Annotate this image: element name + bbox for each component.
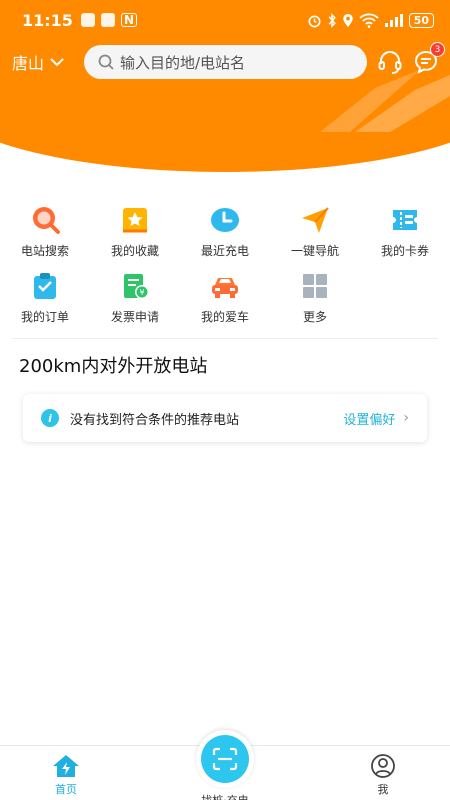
car-icon (210, 271, 240, 301)
tab-home-label: 首页 (55, 783, 77, 796)
favorite-star-icon (120, 205, 150, 235)
station-search-icon (30, 205, 60, 235)
status-bar: 11:15 N 50 (0, 0, 450, 40)
tab-find-charge[interactable]: 找桩·充电 (175, 730, 275, 800)
location-icon (343, 13, 353, 27)
menu-label: 我的收藏 (110, 244, 159, 258)
divider (12, 338, 438, 339)
tab-me-label: 我 (377, 783, 389, 796)
search-bar[interactable]: 输入目的地/电站名 (84, 45, 367, 79)
navigation-arrow-icon (300, 205, 330, 235)
invoice-icon: ¥ (120, 271, 150, 301)
menu-label: 一键导航 (290, 244, 339, 258)
search-icon (98, 54, 114, 70)
top-bar: 唐山 输入目的地/电站名 3 (0, 42, 450, 80)
wifi-icon (359, 13, 379, 28)
city-label: 唐山 (12, 54, 45, 73)
empty-recommendation-card: i 没有找到符合条件的推荐电站 设置偏好 › (23, 394, 427, 442)
signal-icon (384, 13, 403, 27)
menu-my-car[interactable]: 我的爱车 (180, 271, 270, 337)
nfc-icon: N (120, 13, 137, 27)
menu-invoice-request[interactable]: ¥ 发票申请 (90, 271, 180, 337)
menu-label: 我的爱车 (200, 310, 249, 324)
map-nav-icon (80, 13, 95, 27)
message-button[interactable]: 3 (413, 42, 445, 75)
city-selector[interactable]: 唐山 (12, 50, 64, 74)
menu-recent-charge[interactable]: 最近充电 (180, 205, 270, 271)
app-screen: 11:15 N 50 唐山 输入目的地/电站名 3 电站搜索 我的收藏 最近充电… (0, 0, 450, 800)
order-clipboard-icon (30, 271, 60, 301)
more-grid-icon (300, 271, 330, 301)
recent-clock-icon (210, 205, 240, 235)
voice-icon (100, 13, 115, 27)
tab-home[interactable]: 首页 (21, 754, 111, 797)
menu-more[interactable]: 更多 (270, 271, 360, 337)
menu-my-orders[interactable]: 我的订单 (0, 271, 90, 337)
menu-label: 最近充电 (200, 244, 249, 258)
menu-label: 我的卡券 (380, 244, 429, 258)
search-input[interactable]: 输入目的地/电站名 (120, 52, 245, 73)
menu-my-favorites[interactable]: 我的收藏 (90, 205, 180, 271)
set-preference-link[interactable]: 设置偏好 (343, 409, 395, 428)
menu-label: 电站搜索 (20, 244, 69, 258)
chevron-down-icon (50, 58, 64, 67)
section-title: 200km内对外开放电站 (19, 356, 208, 377)
info-icon: i (41, 409, 59, 427)
alarm-icon (308, 14, 321, 27)
menu-one-click-nav[interactable]: 一键导航 (270, 205, 360, 271)
quick-menu: 电站搜索 我的收藏 最近充电 一键导航 我的卡券 我的订单 ¥ 发票申请 我的爱… (0, 205, 450, 337)
message-badge: 3 (430, 42, 445, 57)
scan-button[interactable] (196, 730, 254, 788)
customer-service-button[interactable] (377, 49, 403, 75)
menu-label: 更多 (302, 310, 327, 324)
svg-text:¥: ¥ (139, 288, 144, 297)
bluetooth-icon (328, 12, 336, 28)
status-time: 11:15 (22, 10, 73, 30)
home-icon (53, 755, 79, 777)
menu-station-search[interactable]: 电站搜索 (0, 205, 90, 271)
menu-label: 发票申请 (110, 310, 159, 324)
headset-icon (378, 51, 402, 74)
tab-charge-label: 找桩·充电 (201, 792, 249, 800)
battery-icon: 50 (408, 12, 434, 28)
user-icon (371, 754, 395, 778)
scan-icon (212, 747, 238, 771)
coupon-icon (390, 205, 420, 235)
tab-me[interactable]: 我 (338, 754, 428, 797)
chevron-right-icon[interactable]: › (403, 410, 409, 426)
menu-label: 我的订单 (20, 310, 69, 324)
menu-my-coupons[interactable]: 我的卡券 (360, 205, 450, 271)
bottom-nav: 首页 找桩·充电 我 (0, 730, 450, 800)
empty-message: 没有找到符合条件的推荐电站 (70, 412, 240, 428)
